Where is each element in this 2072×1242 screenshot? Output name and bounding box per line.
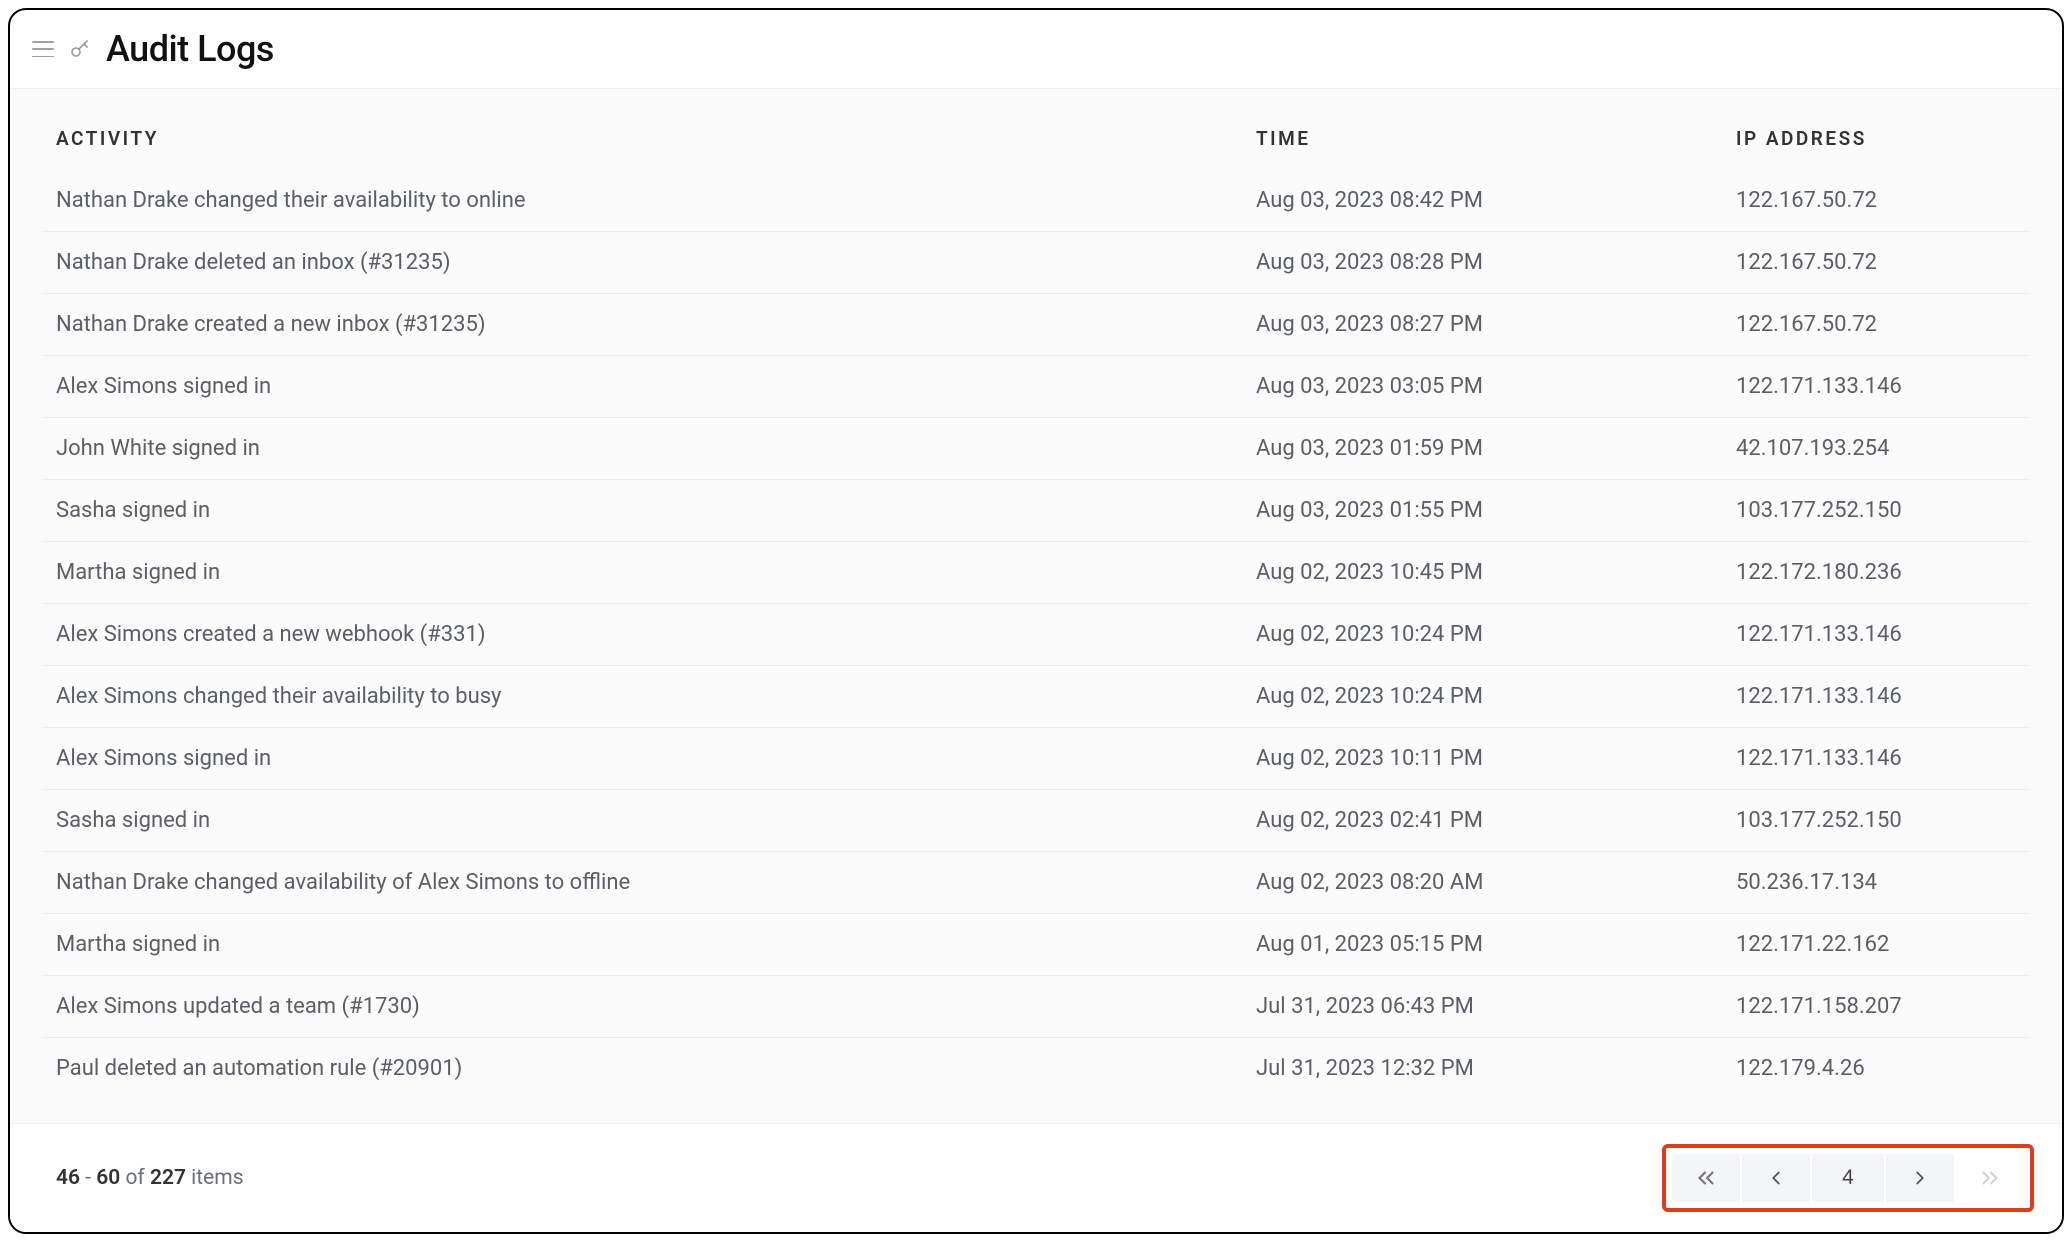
table-row: Sasha signed inAug 02, 2023 02:41 PM103.… (42, 790, 2030, 852)
table-row: Martha signed inAug 02, 2023 10:45 PM122… (42, 542, 2030, 604)
cell-time: Aug 03, 2023 08:28 PM (1256, 250, 1736, 275)
cell-time: Aug 03, 2023 08:27 PM (1256, 312, 1736, 337)
cell-time: Aug 02, 2023 10:11 PM (1256, 746, 1736, 771)
cell-activity: John White signed in (56, 436, 1256, 461)
table-row: Nathan Drake changed their availability … (42, 170, 2030, 232)
cell-time: Jul 31, 2023 06:43 PM (1256, 994, 1736, 1019)
pagination-controls: 4 (1662, 1144, 2034, 1212)
cell-activity: Martha signed in (56, 560, 1256, 585)
cell-ip: 122.179.4.26 (1736, 1056, 2016, 1081)
cell-ip: 103.177.252.150 (1736, 498, 2016, 523)
cell-activity: Nathan Drake changed their availability … (56, 188, 1256, 213)
cell-activity: Sasha signed in (56, 808, 1256, 833)
table-row: Alex Simons signed inAug 03, 2023 03:05 … (42, 356, 2030, 418)
cell-ip: 122.167.50.72 (1736, 250, 2016, 275)
cell-ip: 122.167.50.72 (1736, 312, 2016, 337)
app-window: Audit Logs ACTIVITY TIME IP ADDRESS Nath… (8, 8, 2064, 1234)
last-page-button[interactable] (1956, 1154, 2024, 1202)
cell-ip: 122.171.133.146 (1736, 746, 2016, 771)
cell-ip: 103.177.252.150 (1736, 808, 2016, 833)
cell-ip: 42.107.193.254 (1736, 436, 2016, 461)
table-row: Martha signed inAug 01, 2023 05:15 PM122… (42, 914, 2030, 976)
column-time: TIME (1256, 127, 1736, 150)
table-row: Alex Simons updated a team (#1730)Jul 31… (42, 976, 2030, 1038)
cell-activity: Alex Simons signed in (56, 374, 1256, 399)
cell-activity: Alex Simons created a new webhook (#331) (56, 622, 1256, 647)
chevron-left-icon (1765, 1167, 1787, 1189)
range-end: 60 (96, 1166, 120, 1190)
cell-time: Aug 03, 2023 01:55 PM (1256, 498, 1736, 523)
pagination-footer: 46 - 60 of 227 items 4 (10, 1123, 2062, 1232)
cell-time: Jul 31, 2023 12:32 PM (1256, 1056, 1736, 1081)
current-page-indicator[interactable]: 4 (1812, 1154, 1884, 1202)
page-title: Audit Logs (106, 28, 274, 70)
table-body: Nathan Drake changed their availability … (42, 170, 2030, 1099)
range-start: 46 (56, 1166, 80, 1190)
page-header: Audit Logs (10, 10, 2062, 89)
cell-time: Aug 03, 2023 03:05 PM (1256, 374, 1736, 399)
menu-icon[interactable] (32, 41, 54, 57)
cell-time: Aug 03, 2023 01:59 PM (1256, 436, 1736, 461)
cell-time: Aug 03, 2023 08:42 PM (1256, 188, 1736, 213)
table-header: ACTIVITY TIME IP ADDRESS (42, 89, 2030, 170)
table-row: Alex Simons changed their availability t… (42, 666, 2030, 728)
cell-activity: Alex Simons changed their availability t… (56, 684, 1256, 709)
table-row: Alex Simons signed inAug 02, 2023 10:11 … (42, 728, 2030, 790)
cell-ip: 50.236.17.134 (1736, 870, 2016, 895)
cell-activity: Nathan Drake created a new inbox (#31235… (56, 312, 1256, 337)
first-page-button[interactable] (1672, 1154, 1740, 1202)
table-row: Nathan Drake changed availability of Ale… (42, 852, 2030, 914)
audit-log-body: ACTIVITY TIME IP ADDRESS Nathan Drake ch… (10, 89, 2062, 1123)
cell-activity: Nathan Drake deleted an inbox (#31235) (56, 250, 1256, 275)
cell-activity: Sasha signed in (56, 498, 1256, 523)
table-row: John White signed inAug 03, 2023 01:59 P… (42, 418, 2030, 480)
cell-activity: Alex Simons updated a team (#1730) (56, 994, 1256, 1019)
cell-ip: 122.171.133.146 (1736, 374, 2016, 399)
total-count: 227 (150, 1166, 186, 1190)
table-row: Nathan Drake created a new inbox (#31235… (42, 294, 2030, 356)
cell-time: Aug 02, 2023 10:45 PM (1256, 560, 1736, 585)
table-row: Sasha signed inAug 03, 2023 01:55 PM103.… (42, 480, 2030, 542)
cell-ip: 122.171.133.146 (1736, 684, 2016, 709)
key-icon (68, 37, 92, 61)
cell-activity: Nathan Drake changed availability of Ale… (56, 870, 1256, 895)
column-activity: ACTIVITY (56, 127, 1256, 150)
chevrons-right-icon (1977, 1165, 2003, 1191)
cell-time: Aug 02, 2023 02:41 PM (1256, 808, 1736, 833)
chevrons-left-icon (1693, 1165, 1719, 1191)
cell-activity: Alex Simons signed in (56, 746, 1256, 771)
column-ip: IP ADDRESS (1736, 127, 2016, 150)
cell-activity: Martha signed in (56, 932, 1256, 957)
next-page-button[interactable] (1886, 1154, 1954, 1202)
cell-ip: 122.171.22.162 (1736, 932, 2016, 957)
cell-time: Aug 01, 2023 05:15 PM (1256, 932, 1736, 957)
cell-ip: 122.172.180.236 (1736, 560, 2016, 585)
table-row: Paul deleted an automation rule (#20901)… (42, 1038, 2030, 1099)
cell-ip: 122.171.158.207 (1736, 994, 2016, 1019)
cell-time: Aug 02, 2023 08:20 AM (1256, 870, 1736, 895)
table-row: Nathan Drake deleted an inbox (#31235)Au… (42, 232, 2030, 294)
pagination-counter: 46 - 60 of 227 items (56, 1166, 244, 1190)
cell-ip: 122.171.133.146 (1736, 622, 2016, 647)
cell-activity: Paul deleted an automation rule (#20901) (56, 1056, 1256, 1081)
table-row: Alex Simons created a new webhook (#331)… (42, 604, 2030, 666)
chevron-right-icon (1909, 1167, 1931, 1189)
cell-time: Aug 02, 2023 10:24 PM (1256, 684, 1736, 709)
prev-page-button[interactable] (1742, 1154, 1810, 1202)
cell-ip: 122.167.50.72 (1736, 188, 2016, 213)
cell-time: Aug 02, 2023 10:24 PM (1256, 622, 1736, 647)
